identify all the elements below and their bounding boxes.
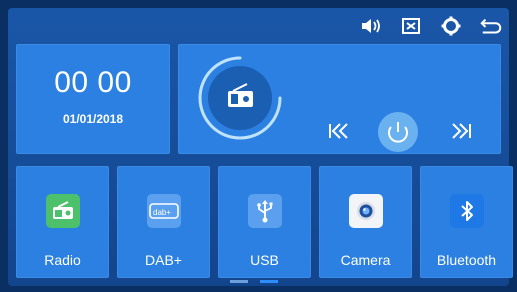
bluetooth-icon [449,194,484,228]
clock-time: 00 00 [54,66,132,99]
media-player-widget [178,44,501,154]
clock-date: 01/01/2018 [62,112,124,126]
app-usb[interactable]: USB [218,166,311,278]
app-label: Bluetooth [436,252,497,268]
previous-icon[interactable] [329,123,348,139]
next-icon[interactable] [452,123,471,139]
app-label: DAB+ [145,252,182,268]
page-dot-active[interactable] [260,280,278,283]
back-icon[interactable] [479,14,503,38]
app-radio[interactable]: Radio [16,166,109,278]
home-screen: 00 00 01/01/2018 Radio dab+ DAB+ USB Cam… [8,8,513,286]
dab-icon: dab+ [146,194,181,228]
mute-icon[interactable] [399,14,423,38]
app-label: Radio [44,252,81,268]
settings-gear-icon[interactable] [439,14,463,38]
app-dab[interactable]: dab+ DAB+ [117,166,210,278]
clock-widget[interactable]: 00 00 01/01/2018 [16,44,170,154]
app-label: USB [250,252,279,268]
usb-icon [247,194,282,228]
page-indicator [230,280,278,283]
volume-icon[interactable] [359,14,383,38]
camera-icon [348,194,383,228]
top-bar [359,12,503,40]
player-graphics [198,56,471,152]
app-bluetooth[interactable]: Bluetooth [420,166,513,278]
power-icon[interactable] [378,112,418,152]
app-label: Camera [340,252,391,268]
app-camera[interactable]: Camera [319,166,412,278]
page-dot[interactable] [230,280,248,283]
svg-text:dab+: dab+ [153,208,171,217]
radio-icon [45,194,80,228]
